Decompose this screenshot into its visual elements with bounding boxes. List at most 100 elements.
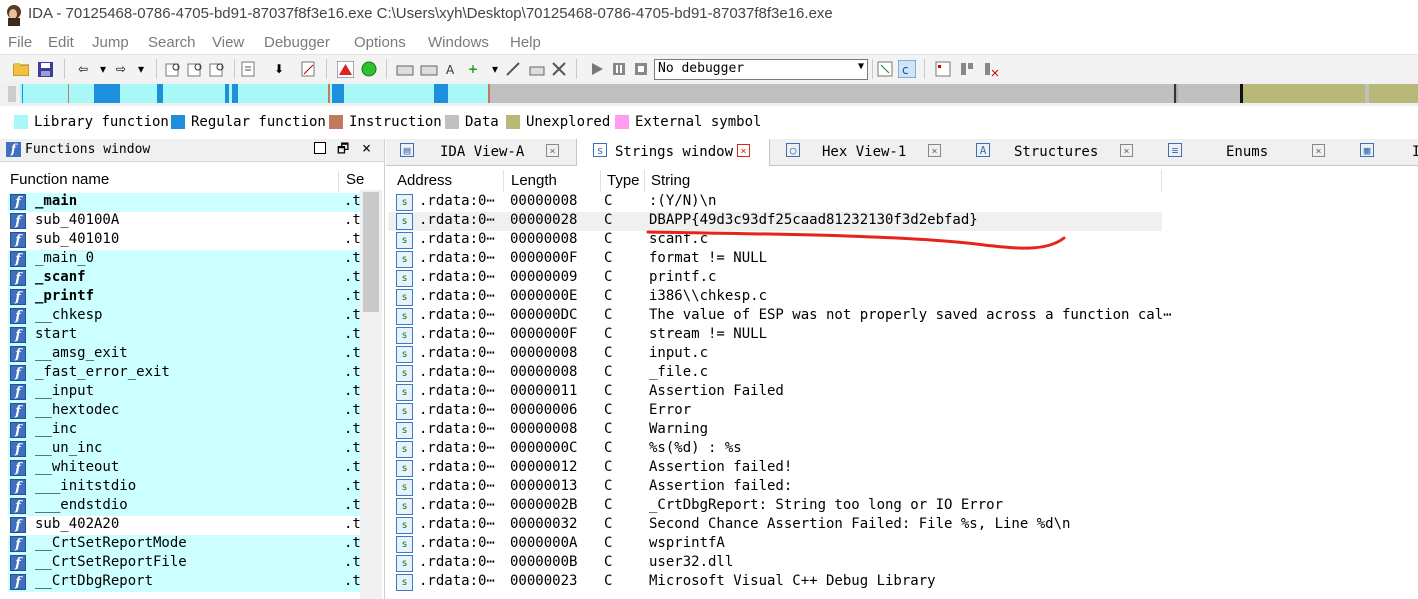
column-string[interactable]: String — [651, 172, 690, 189]
string-row[interactable]: s .rdata:0⋯ 0000000A CwsprintfA — [388, 535, 1162, 554]
function-row[interactable]: f _main_0 .t — [8, 250, 361, 269]
tab-hex-view[interactable]: ○ Hex View-1 × — [770, 139, 962, 165]
function-row[interactable]: f sub_40100A .t — [8, 212, 361, 231]
attach-icon[interactable] — [876, 60, 894, 78]
string-row[interactable]: s .rdata:0⋯ 0000000F Cstream != NULL — [388, 326, 1162, 345]
string-row[interactable]: s .rdata:0⋯ 00000008 C Warning — [388, 421, 1162, 440]
function-row[interactable]: f _fast_error_exit .t — [8, 364, 361, 383]
jump-down-icon[interactable]: ⬇ — [270, 60, 288, 78]
function-row[interactable]: f sub_402A20 .t — [8, 516, 361, 535]
forward-arrow-icon[interactable]: ⇨ — [112, 60, 130, 78]
function-row[interactable]: f __inc .t — [8, 421, 361, 440]
stop-icon[interactable] — [632, 60, 650, 78]
green-circle-icon[interactable] — [360, 60, 378, 78]
menu-edit[interactable]: Edit — [48, 34, 74, 51]
navigation-strip[interactable] — [20, 84, 1418, 103]
function-row[interactable]: f __whiteout .t — [8, 459, 361, 478]
close-tab-icon[interactable]: × — [1120, 144, 1133, 157]
mark-position-icon[interactable] — [240, 60, 258, 78]
function-row[interactable]: f ___endstdio .t — [8, 497, 361, 516]
function-row[interactable]: f __chkesp .t — [8, 307, 361, 326]
close-tab-icon[interactable]: × — [546, 144, 559, 157]
function-row[interactable]: f __un_inc .t — [8, 440, 361, 459]
edit-icon[interactable] — [528, 60, 546, 78]
back-dropdown-icon[interactable]: ▾ — [94, 60, 112, 78]
search-binary-icon[interactable] — [186, 60, 204, 78]
string-row[interactable]: s .rdata:0⋯ 00000008 C:(Y/N)\n — [388, 193, 1162, 212]
tab-strings-window[interactable]: s Strings window × — [576, 139, 770, 166]
close-x-icon[interactable] — [550, 60, 568, 78]
function-row[interactable]: f __CrtSetReportMode .t — [8, 535, 361, 554]
string-row[interactable]: s .rdata:0⋯ 00000006 C Error — [388, 402, 1162, 421]
detach-icon[interactable]: c — [898, 60, 916, 78]
breakpoint-list-icon[interactable] — [934, 60, 952, 78]
string-row[interactable]: s .rdata:0⋯ 0000000E Ci386\\chkesp.c — [388, 288, 1162, 307]
save-icon[interactable] — [36, 60, 54, 78]
menu-file[interactable]: File — [8, 34, 32, 51]
restore-icon[interactable]: 🗗 — [337, 140, 349, 162]
menu-view[interactable]: View — [212, 34, 244, 51]
menu-debugger[interactable]: Debugger — [264, 34, 330, 51]
close-tab-icon[interactable]: × — [737, 144, 750, 157]
function-row[interactable]: f __hextodec .t — [8, 402, 361, 421]
close-tab-icon[interactable]: × — [928, 144, 941, 157]
function-row[interactable]: f _main .t — [8, 193, 361, 212]
string-row[interactable]: s .rdata:0⋯ 00000023 C Microsoft Visual C++ … — [388, 573, 1162, 592]
string-row[interactable]: s .rdata:0⋯ 00000012 C Assertion failed! — [388, 459, 1162, 478]
function-row[interactable]: f ___initstdio .t — [8, 478, 361, 497]
column-length[interactable]: Length — [511, 172, 557, 189]
string-row[interactable]: s .rdata:0⋯ 00000032 C Second Chance Asserti… — [388, 516, 1162, 535]
search-immediate-icon[interactable] — [208, 60, 226, 78]
play-icon[interactable] — [588, 60, 606, 78]
string-row[interactable]: s .rdata:0⋯ 000000DC C The value of ESP was … — [388, 307, 1172, 326]
tab-imports[interactable]: ▦ I — [1346, 139, 1418, 165]
close-tab-icon[interactable]: × — [1312, 144, 1325, 157]
maximize-icon[interactable] — [314, 142, 326, 154]
nav-scroll-arrow-icon[interactable] — [8, 86, 16, 102]
string-row[interactable]: s .rdata:0⋯ 00000011 C Assertion Failed — [388, 383, 1162, 402]
forward-dropdown-icon[interactable]: ▾ — [132, 60, 150, 78]
open-folder-icon[interactable] — [12, 60, 30, 78]
menu-help[interactable]: Help — [510, 34, 541, 51]
string-row[interactable]: s .rdata:0⋯ 00000009 Cprintf.c — [388, 269, 1162, 288]
tools-icon[interactable] — [958, 60, 976, 78]
settings-icon[interactable] — [982, 60, 1000, 78]
function-row[interactable]: f __amsg_exit .t — [8, 345, 361, 364]
close-icon[interactable]: × — [362, 139, 371, 157]
menu-windows[interactable]: Windows — [428, 34, 489, 51]
make-ascii-icon[interactable]: A — [444, 60, 462, 78]
function-row[interactable]: f __CrtSetReportFile .t — [8, 554, 361, 573]
string-row[interactable]: s .rdata:0⋯ 0000000B Cuser32.dll — [388, 554, 1162, 573]
cross-reference-icon[interactable] — [300, 60, 318, 78]
function-row[interactable]: f _printf .t — [8, 288, 361, 307]
menu-options[interactable]: Options — [354, 34, 406, 51]
string-row[interactable]: s .rdata:0⋯ 00000013 C Assertion failed: — [388, 478, 1162, 497]
string-row[interactable]: s .rdata:0⋯ 00000008 Cinput.c — [388, 345, 1162, 364]
string-row[interactable]: s .rdata:0⋯ 00000008 C _file.c — [388, 364, 1162, 383]
make-code-icon[interactable] — [396, 60, 414, 78]
menu-search[interactable]: Search — [148, 34, 196, 51]
function-row[interactable]: f sub_401010 .t — [8, 231, 361, 250]
function-row[interactable]: f _scanf .t — [8, 269, 361, 288]
function-row[interactable]: f start .t — [8, 326, 361, 345]
column-segment[interactable]: Se — [346, 171, 364, 188]
warning-triangle-icon[interactable] — [336, 60, 354, 78]
make-data-icon[interactable] — [420, 60, 438, 78]
add-green-icon[interactable]: + — [464, 60, 482, 78]
column-address[interactable]: Address — [397, 172, 452, 189]
string-row[interactable]: s .rdata:0⋯ 0000000C C %s(%d) : %s — [388, 440, 1162, 459]
pause-icon[interactable] — [610, 60, 628, 78]
function-row[interactable]: f __input .t — [8, 383, 361, 402]
string-row[interactable]: s .rdata:0⋯ 0000002B C _CrtDbgReport: String… — [388, 497, 1162, 516]
add-dropdown-icon[interactable]: ▾ — [486, 60, 504, 78]
functions-scrollbar-thumb[interactable] — [363, 192, 379, 312]
tab-enums[interactable]: ≡ Enums × — [1154, 139, 1346, 165]
debugger-select[interactable]: No debugger ▼ — [654, 59, 868, 80]
search-text-icon[interactable] — [164, 60, 182, 78]
menu-jump[interactable]: Jump — [92, 34, 129, 51]
tab-ida-view-a[interactable]: ▤ IDA View-A × — [386, 139, 576, 165]
function-row[interactable]: f __CrtDbgReport .t — [8, 573, 361, 592]
patch-icon[interactable] — [504, 60, 522, 78]
column-function-name[interactable]: Function name — [10, 171, 109, 188]
back-arrow-icon[interactable]: ⇦ — [74, 60, 92, 78]
